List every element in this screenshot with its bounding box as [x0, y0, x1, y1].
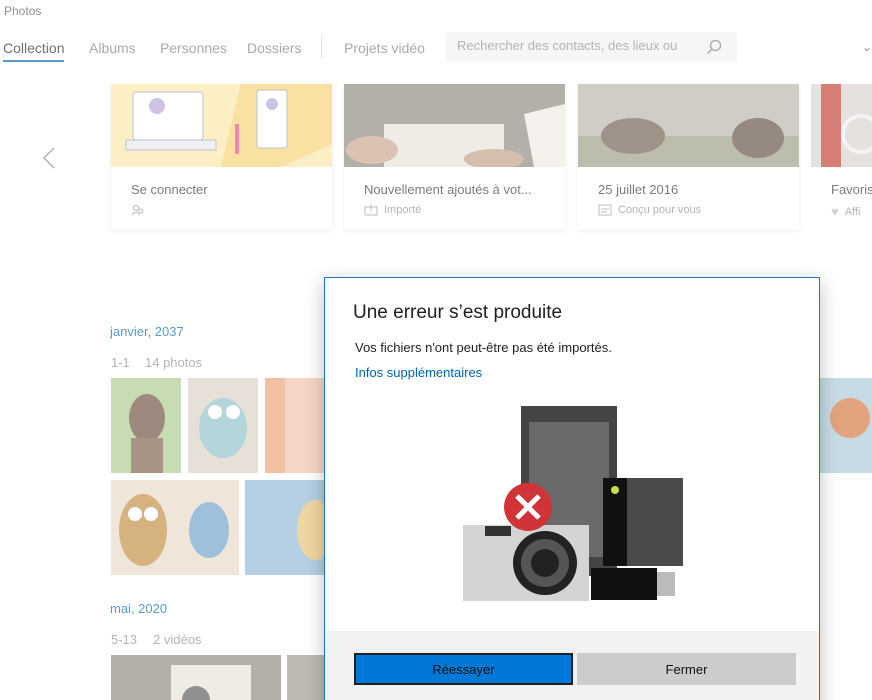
- dialog-footer: Réessayer Fermer: [325, 631, 819, 700]
- retry-button[interactable]: Réessayer: [354, 653, 573, 685]
- dialog-title: Une erreur s’est produite: [353, 302, 563, 323]
- devices-error-illustration: [463, 406, 683, 601]
- dialog-message: Vos fichiers n'ont peut-être pas été imp…: [355, 340, 612, 355]
- close-button[interactable]: Fermer: [577, 653, 796, 685]
- more-info-link[interactable]: Infos supplémentaires: [355, 365, 482, 380]
- error-dialog: Une erreur s’est produite Vos fichiers n…: [324, 277, 820, 700]
